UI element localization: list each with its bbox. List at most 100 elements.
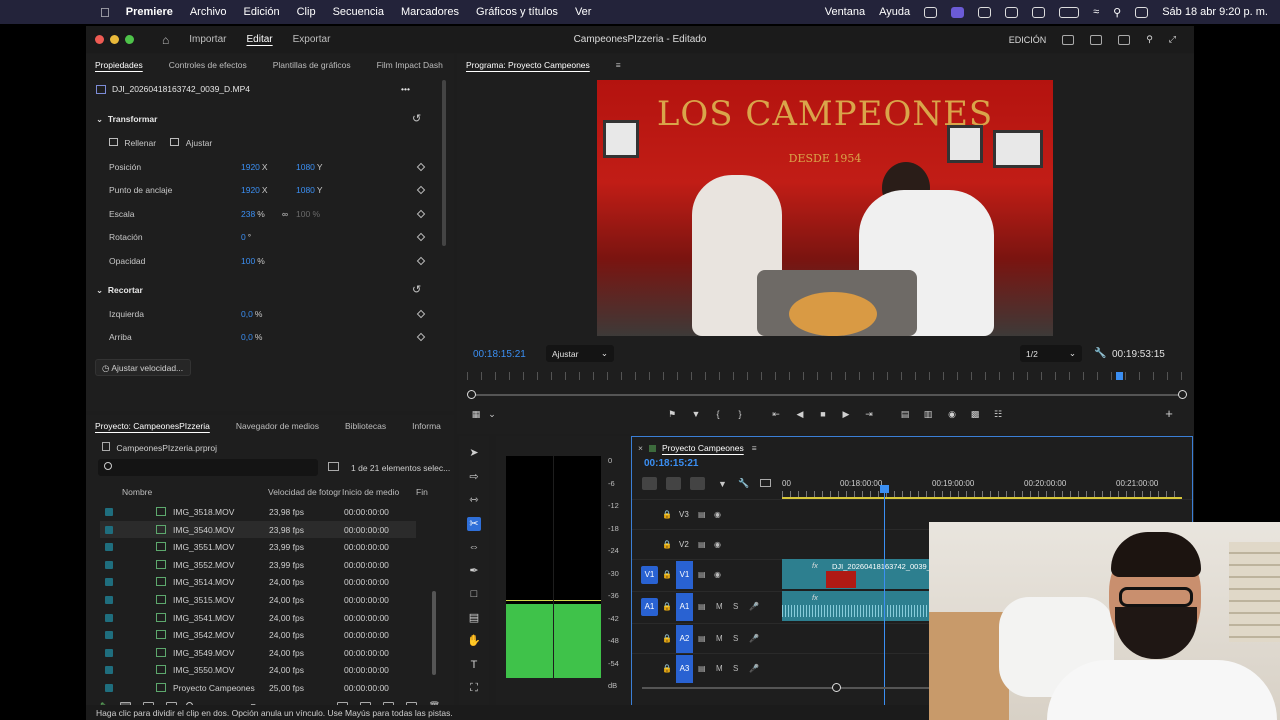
menu-ayuda[interactable]: Ayuda <box>879 6 910 18</box>
microphone-icon[interactable]: 🎤 <box>749 664 759 673</box>
workspace-label[interactable]: EDICIÓN <box>1009 35 1047 45</box>
selection-tool-icon[interactable]: ➤ <box>467 446 481 460</box>
apple-icon[interactable]:  <box>100 5 110 20</box>
hand-tool-icon[interactable]: ✋ <box>467 634 481 648</box>
play-icon[interactable] <box>1032 6 1046 18</box>
minimize-window-button[interactable] <box>110 35 119 44</box>
timeline-ruler[interactable]: 00 00:18:00:00 00:19:00:00 00:20:00:00 0… <box>782 477 1182 499</box>
slip-tool-icon[interactable]: ⇔ <box>467 540 481 554</box>
tab-exportar[interactable]: Exportar <box>293 34 331 45</box>
mark-in-icon[interactable]: { <box>713 409 723 419</box>
mute-button[interactable]: M <box>716 602 723 611</box>
tab-controles-efectos[interactable]: Controles de efectos <box>169 60 247 70</box>
reset-crop-icon[interactable]: ↺ <box>412 283 421 296</box>
go-to-out-icon[interactable]: ⇥ <box>864 409 874 419</box>
type-tool-icon[interactable]: T <box>467 658 481 672</box>
add-marker-icon[interactable] <box>690 477 705 490</box>
file-row[interactable]: IMG_3552.MOV 23,99 fps 00:00:00:00 <box>100 556 416 574</box>
program-playhead-marker[interactable] <box>1116 372 1123 380</box>
panel-layout-icon[interactable] <box>1062 34 1075 45</box>
solo-button[interactable]: S <box>733 664 738 673</box>
wifi-icon[interactable]: ≈ <box>1093 6 1099 18</box>
scrub-end-handle[interactable] <box>1178 390 1187 399</box>
col-nombre[interactable]: Nombre <box>122 487 152 497</box>
file-row[interactable]: IMG_3541.MOV 24,00 fps 00:00:00:00 <box>100 609 416 627</box>
tab-proyecto[interactable]: Proyecto: CampeonesPIzzeria <box>95 421 210 431</box>
rotation-keyframe-icon[interactable] <box>416 232 426 242</box>
rectangle-tool-icon[interactable]: □ <box>467 587 481 601</box>
snap-icon[interactable] <box>642 477 657 490</box>
menu-edicion[interactable]: Edición <box>244 6 280 18</box>
help-search-icon[interactable]: ⚲ <box>1146 34 1153 45</box>
solo-button[interactable]: S <box>733 602 738 611</box>
sync-lock-icon[interactable]: ▤ <box>698 540 706 549</box>
control-center-icon[interactable] <box>1135 6 1149 18</box>
program-timecode[interactable]: 00:18:15:21 <box>473 349 526 360</box>
track-target-v1[interactable]: V1 <box>676 561 693 589</box>
fill-icon[interactable] <box>109 138 118 146</box>
label-color-swatch[interactable] <box>105 525 113 534</box>
mute-button[interactable]: M <box>716 664 723 673</box>
sync-lock-icon[interactable]: ▤ <box>698 570 706 579</box>
label-color-swatch[interactable] <box>105 543 113 552</box>
sync-lock-icon[interactable]: ▤ <box>698 664 706 673</box>
menubar-clock[interactable]: Sáb 18 abr 9:20 p. m. <box>1162 6 1268 18</box>
tab-plantillas-graficos[interactable]: Plantillas de gráficos <box>273 60 351 70</box>
eye-icon[interactable]: ◉ <box>714 570 721 579</box>
label-color-swatch[interactable] <box>105 560 113 569</box>
search-icon[interactable]: ⚲ <box>1113 6 1121 19</box>
tab-bibliotecas[interactable]: Bibliotecas <box>345 421 386 431</box>
opacity-value[interactable]: 100 <box>241 256 255 266</box>
timeline-zoom-handle[interactable] <box>832 683 841 692</box>
crop-left-value[interactable]: 0,0 <box>241 309 253 319</box>
eye-icon[interactable]: ◉ <box>714 540 721 549</box>
tab-sequence[interactable]: Proyecto Campeones <box>662 443 744 453</box>
comparison-icon[interactable]: ▩ <box>970 409 980 419</box>
tab-navegador-medios[interactable]: Navegador de medios <box>236 421 319 431</box>
microphone-icon[interactable]: 🎤 <box>749 634 759 643</box>
lock-icon[interactable]: 🔒 <box>662 570 672 579</box>
marker-add-icon[interactable]: ⚑ <box>667 409 677 419</box>
opacity-keyframe-icon[interactable] <box>416 256 426 266</box>
audio-icon[interactable] <box>978 6 992 18</box>
fullscreen-icon[interactable]: ⤢ <box>1169 34 1176 45</box>
scale-keyframe-icon[interactable] <box>416 209 426 219</box>
file-row[interactable]: IMG_3549.MOV 24,00 fps 00:00:00:00 <box>100 644 416 662</box>
program-video-frame[interactable]: LOS CAMPEONES DESDE 1954 <box>597 80 1053 336</box>
close-window-button[interactable] <box>95 35 104 44</box>
tab-film-impact[interactable]: Film Impact Dash <box>377 60 443 70</box>
tab-propiedades[interactable]: Propiedades <box>95 60 143 70</box>
zoom-window-button[interactable] <box>125 35 134 44</box>
menu-marcadores[interactable]: Marcadores <box>401 6 459 18</box>
extract-icon[interactable]: ▥ <box>923 409 933 419</box>
label-color-swatch[interactable] <box>105 578 113 587</box>
timeline-wrench-icon[interactable]: 🔧 <box>738 478 749 489</box>
microphone-icon[interactable]: 🎤 <box>749 602 759 611</box>
home-icon[interactable]: ⌂ <box>162 33 169 47</box>
battery-icon[interactable] <box>1059 6 1080 18</box>
sync-lock-icon[interactable]: ▤ <box>698 602 706 611</box>
fit-dropdown[interactable]: Ajustar ⌄ <box>546 345 614 362</box>
fill-button[interactable]: Rellenar <box>124 138 156 148</box>
file-row[interactable]: IMG_3542.MOV 24,00 fps 00:00:00:00 <box>100 626 416 644</box>
marker-icon[interactable]: ▼ <box>691 409 701 419</box>
label-color-swatch[interactable] <box>105 631 113 640</box>
pen-tool-icon[interactable]: ✒ <box>467 564 481 578</box>
tab-informacion[interactable]: Informa <box>412 421 441 431</box>
mark-out-icon[interactable]: } <box>735 409 745 419</box>
track-target-a2[interactable]: A2 <box>676 625 693 653</box>
sync-lock-icon[interactable]: ▤ <box>698 634 706 643</box>
mute-button[interactable]: M <box>716 634 723 643</box>
scrub-start-handle[interactable] <box>467 390 476 399</box>
label-color-swatch[interactable] <box>105 684 113 692</box>
crop-header[interactable]: ⌄ Recortar <box>96 285 143 296</box>
add-button-icon[interactable]: + <box>1164 407 1174 420</box>
playhead-handle[interactable] <box>880 485 889 493</box>
safe-margins-icon[interactable]: ▦ <box>471 409 481 419</box>
source-patch-a1[interactable]: A1 <box>641 598 658 616</box>
solo-button[interactable]: S <box>733 634 738 643</box>
properties-scrollbar[interactable] <box>442 80 446 246</box>
menu-archivo[interactable]: Archivo <box>190 6 227 18</box>
label-color-swatch[interactable] <box>105 613 113 622</box>
file-row[interactable]: IMG_3540.MOV 23,98 fps 00:00:00:00 <box>100 520 416 539</box>
